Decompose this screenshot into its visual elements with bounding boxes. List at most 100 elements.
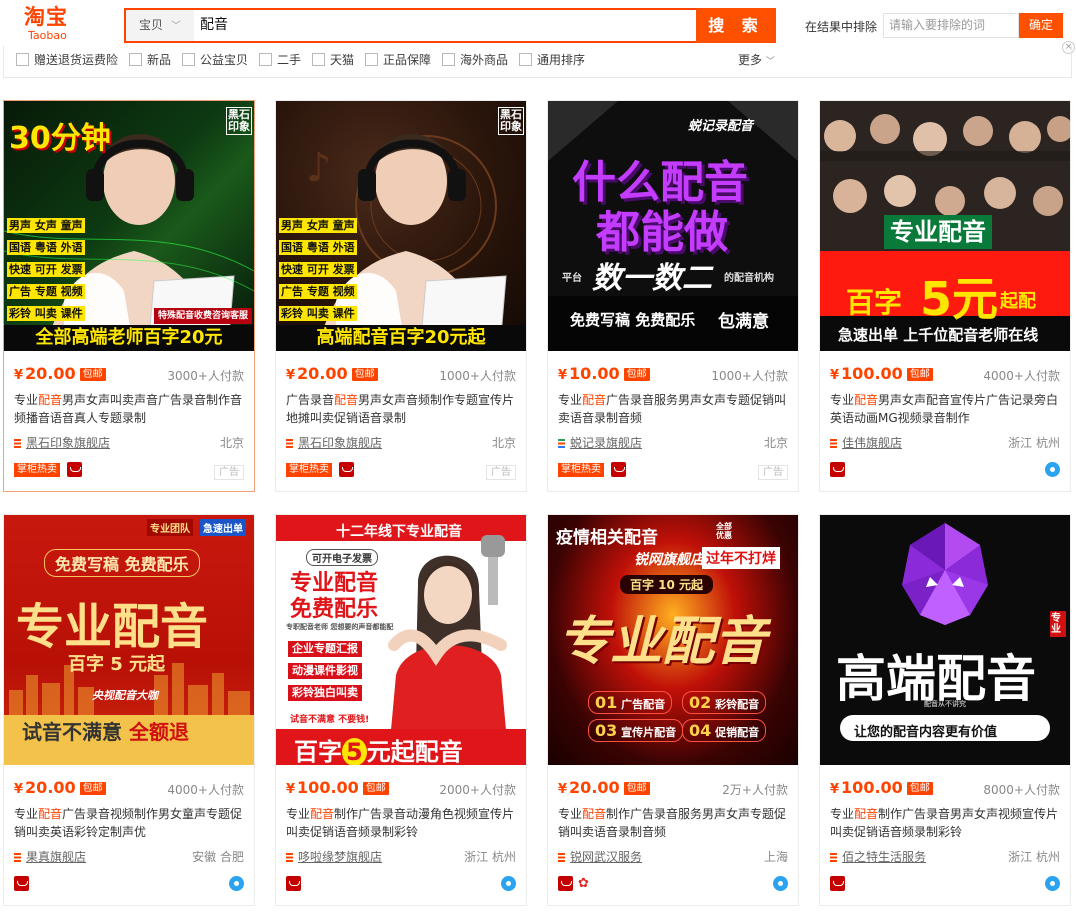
sub-note: 专职配音老师 您想要的声音都能配	[286, 623, 394, 631]
shop-link[interactable]: 果真旗舰店	[14, 848, 86, 865]
product-card[interactable]: ♪ 黑石印象 男声 女声 童声 国语 粤语 外语 快速 可开 发票 广告 专题 …	[275, 100, 527, 492]
product-card[interactable]: 疫情相关配音 全部优惠 锐网旗舰店 过年不打烊 百字 10 元起 专业配音 01…	[547, 514, 799, 906]
deal-count: 3000+人付款	[167, 369, 244, 383]
filter-label: 天猫	[330, 53, 355, 67]
checkbox-icon	[16, 53, 29, 66]
free-shipping-badge: 包邮	[906, 368, 933, 381]
filter-general-sort[interactable]: 通用排序	[519, 52, 585, 68]
refund-line: 试音不满意 全额退	[22, 716, 189, 745]
price-line: 百字 10 元起	[620, 575, 714, 594]
filter-tmall[interactable]: 天猫	[312, 52, 354, 68]
product-title[interactable]: 专业配音制作广告录音动漫角色视频宣传片叫卖促销语音频录制彩铃	[286, 805, 520, 841]
shop-link[interactable]: 锐网武汉服务	[558, 848, 642, 865]
tmall-icon	[339, 462, 354, 477]
search-input[interactable]: 配音	[194, 10, 704, 41]
filter-label: 海外商品	[460, 53, 509, 67]
refund-prefix: 试音不满意	[22, 720, 122, 744]
tmall-icon	[286, 876, 301, 891]
product-price: ¥100.00 包邮	[830, 364, 933, 386]
shop-link[interactable]: 黑石印象旗舰店	[14, 434, 110, 451]
taobao-logo[interactable]: 淘宝 Taobao	[24, 5, 96, 45]
product-title[interactable]: 专业配音广告录音视频制作男女童声专题促销叫卖英语彩铃定制声优	[14, 805, 248, 841]
filter-new[interactable]: 新品	[129, 52, 171, 68]
more-filters-button[interactable]: 更多 ﹀	[738, 52, 775, 70]
price-prefix: 百字	[846, 286, 903, 319]
headline-line2: 都能做	[596, 207, 728, 258]
product-card[interactable]: 30分钟 黑石印象 男声 女声 童声 国语 粤语 外语 快速 可开 发票 广告 …	[3, 100, 255, 492]
sub-note: 配音从不讲究	[924, 700, 966, 708]
filter-label: 赠送退货运费险	[34, 53, 119, 67]
product-title[interactable]: 专业配音男声女声叫卖声音广告录音制作音频播音语音真人专题录制	[14, 391, 248, 427]
guarantee-text: 包满意	[718, 312, 769, 332]
exclude-confirm-button[interactable]: 确定	[1019, 13, 1063, 38]
product-title[interactable]: 专业配音男声女声配音宣传片广告记录旁白英语动画MG视频录音制作	[830, 391, 1064, 427]
product-title[interactable]: 专业配音制作广告录音男声女声视频宣传片叫卖促销语音频录制彩铃	[830, 805, 1064, 841]
filter-genuine[interactable]: 正品保障	[365, 52, 431, 68]
filter-overseas[interactable]: 海外商品	[442, 52, 508, 68]
top-banner: 疫情相关配音	[556, 528, 658, 548]
location: 安徽 合肥	[192, 850, 244, 864]
product-image[interactable]: 疫情相关配音 全部优惠 锐网旗舰店 过年不打烊 百字 10 元起 专业配音 01…	[548, 515, 798, 765]
bottom-price: 百字 5 元起配音	[294, 732, 463, 765]
product-title[interactable]: 专业配音制作广告录音服务男声女声专题促销叫卖语音录制音频	[558, 805, 792, 841]
product-title[interactable]: 广告录音配音男声女声音频制作专题宣传片地摊叫卖促销语音录制	[286, 391, 520, 427]
filter-bar: 赠送退货运费险 新品 公益宝贝 二手 天猫 正品保障 海外商品 通用排序 更多 …	[3, 46, 1072, 78]
wangwang-chat-icon[interactable]	[501, 876, 516, 891]
service-line: 免费写稿 免费配乐	[570, 311, 696, 329]
shop-link[interactable]: 哆啦缘梦旗舰店	[286, 848, 382, 865]
product-price: ¥100.00 包邮	[286, 778, 389, 800]
invoice-tag: 可开电子发票	[306, 549, 378, 566]
tmall-icon	[830, 876, 845, 891]
price-suffix: 起配	[1000, 291, 1036, 312]
product-title[interactable]: 专业配音广告录音服务男声女声专题促销叫卖语音录制音频	[558, 391, 792, 427]
product-image[interactable]: 专业 高端配音 配音从不讲究 让您的配音内容更有价值	[820, 515, 1070, 765]
deal-count: 1000+人付款	[711, 369, 788, 383]
top-side-note: 全部优惠	[716, 522, 732, 540]
product-image[interactable]: 30分钟 黑石印象 男声 女声 童声 国语 粤语 外语 快速 可开 发票 广告 …	[4, 101, 254, 351]
product-card[interactable]: 蜕记录配音 什么配音 都能做 平台 数一数二 的配音机构 免费写稿 免费配乐 包…	[547, 100, 799, 492]
product-card[interactable]: 专业配音 百字 5元 起配 急速出单 上千位配音老师在线 ¥100.00 包邮 4…	[819, 100, 1071, 492]
logo-text-en: Taobao	[28, 29, 67, 42]
product-image[interactable]: 专业团队 急速出单 免费写稿 免费配乐 专业配音 百字 5 元起 央视配音大咖 …	[4, 515, 254, 765]
tmall-icon	[830, 462, 845, 477]
bottom-number: 5	[342, 738, 367, 765]
location: 北京	[219, 436, 244, 450]
deal-count: 1000+人付款	[439, 369, 516, 383]
product-card[interactable]: 十二年线下专业配音 可开电子发票 专业配音 免费配乐 专职配音老师 您想要的声音…	[275, 514, 527, 906]
product-image[interactable]: 专业配音 百字 5元 起配 急速出单 上千位配音老师在线	[820, 101, 1070, 351]
product-price: ¥20.00 包邮	[286, 364, 378, 386]
wangwang-chat-icon[interactable]	[229, 876, 244, 891]
search-button[interactable]: 搜 索	[696, 8, 776, 43]
product-image[interactable]: ♪ 黑石印象 男声 女声 童声 国语 粤语 外语 快速 可开 发票 广告 专题 …	[276, 101, 526, 351]
filter-freight-insurance[interactable]: 赠送退货运费险	[16, 52, 118, 68]
wangwang-chat-icon[interactable]	[1045, 462, 1060, 477]
chevron-down-icon: ﹀	[171, 21, 181, 32]
brand-mark: 黑石印象	[226, 107, 252, 135]
location: 北京	[491, 436, 516, 450]
wangwang-chat-icon[interactable]	[773, 876, 788, 891]
category-select[interactable]: 宝贝 ﹀	[126, 10, 194, 41]
service-item: 动漫课件影视	[288, 663, 362, 679]
product-image[interactable]: 蜕记录配音 什么配音 都能做 平台 数一数二 的配音机构 免费写稿 免费配乐 包…	[548, 101, 798, 351]
shop-link[interactable]: 黑石印象旗舰店	[286, 434, 382, 451]
service-tag: 国语 粤语 外语	[7, 240, 85, 255]
product-image[interactable]: 十二年线下专业配音 可开电子发票 专业配音 免费配乐 专职配音老师 您想要的声音…	[276, 515, 526, 765]
shop-link[interactable]: 佳伟旗舰店	[830, 434, 902, 451]
product-card[interactable]: 专业团队 急速出单 免费写稿 免费配乐 专业配音 百字 5 元起 央视配音大咖 …	[3, 514, 255, 906]
bottom-prefix: 百字	[294, 738, 342, 765]
product-price: ¥20.00 包邮	[14, 778, 106, 800]
exclude-input[interactable]: 请输入要排除的词	[883, 13, 1019, 38]
top-banner: 十二年线下专业配音	[336, 524, 462, 540]
filter-secondhand[interactable]: 二手	[259, 52, 301, 68]
warning-note: 试音不满意 不要钱!	[290, 715, 370, 725]
free-shipping-badge: 包邮	[623, 782, 650, 795]
service-item: 04 促销配音	[682, 719, 767, 742]
wangwang-chat-icon[interactable]	[1045, 876, 1060, 891]
shop-link[interactable]: 佰之特生活服务	[830, 848, 926, 865]
shop-icon	[286, 439, 293, 448]
product-card[interactable]: 专业 高端配音 配音从不讲究 让您的配音内容更有价值 ¥100.00 包邮 800…	[819, 514, 1071, 906]
sub-headline: 数一数二	[592, 261, 712, 296]
shop-link[interactable]: 蜕记录旗舰店	[558, 434, 642, 451]
filter-charity[interactable]: 公益宝贝	[182, 52, 248, 68]
corner-tag: 专业团队	[147, 519, 193, 536]
